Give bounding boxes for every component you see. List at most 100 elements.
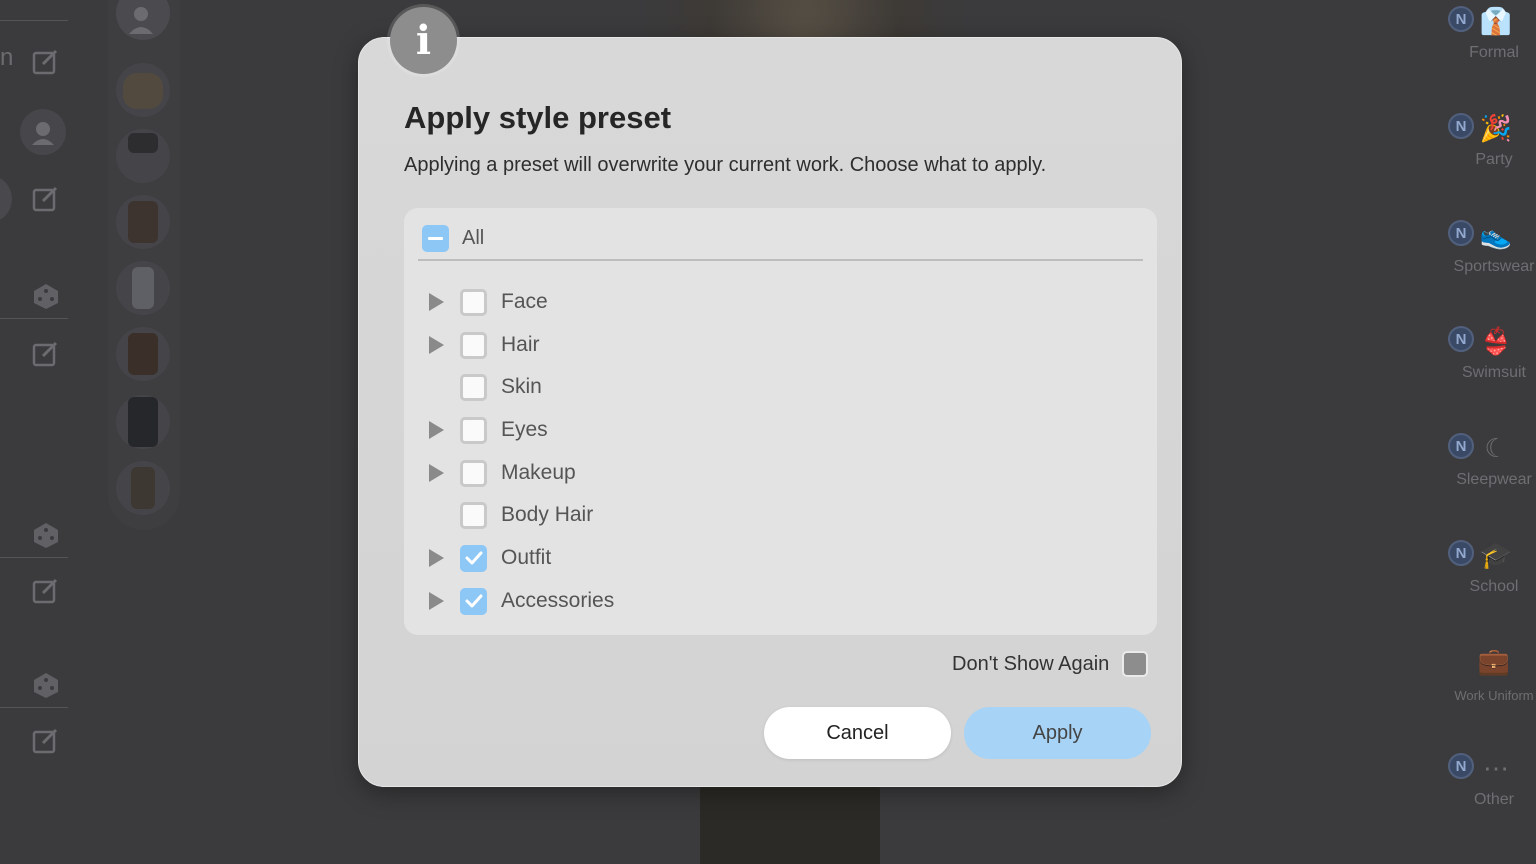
- checkmark-icon: [465, 594, 482, 608]
- style-category-sportswear[interactable]: N 👟 Sportswear: [1420, 216, 1536, 306]
- slider-knob[interactable]: [0, 176, 12, 222]
- cancel-button[interactable]: Cancel: [764, 707, 951, 759]
- option-all[interactable]: All: [422, 223, 484, 253]
- new-badge: N: [1448, 220, 1474, 246]
- preset-options-list: All Face Hair Skin Eyes Makeup Body Hair…: [404, 208, 1157, 635]
- divider: [418, 259, 1143, 261]
- party-icon: 🎉: [1479, 112, 1513, 143]
- rail-divider: [0, 557, 68, 558]
- new-badge: N: [1448, 326, 1474, 352]
- swimsuit-icon: 👙: [1479, 325, 1513, 356]
- option-label: Hair: [501, 333, 540, 356]
- option-checkbox[interactable]: [460, 373, 487, 401]
- option-label: Body Hair: [501, 503, 594, 526]
- style-category-rail: N 👔 Formal N 🎉 Party N 👟 Sportswear N 👙 …: [1420, 0, 1536, 864]
- category-label: Formal: [1469, 44, 1519, 61]
- style-category-other[interactable]: N ⋯ Other: [1420, 749, 1536, 839]
- expand-arrow-icon[interactable]: [426, 420, 446, 440]
- expand-arrow-icon[interactable]: [426, 292, 446, 312]
- option-checkbox[interactable]: [460, 459, 487, 487]
- option-checkbox[interactable]: [460, 544, 487, 572]
- new-badge: N: [1448, 113, 1474, 139]
- dont-show-again-checkbox[interactable]: [1122, 651, 1149, 677]
- option-outfit[interactable]: Outfit: [426, 543, 551, 573]
- expand-arrow-icon[interactable]: [426, 591, 446, 611]
- dice-icon[interactable]: [30, 519, 62, 551]
- edit-icon[interactable]: [30, 46, 62, 78]
- option-checkbox[interactable]: [460, 501, 487, 529]
- expand-arrow-icon[interactable]: [426, 335, 446, 355]
- option-body-hair[interactable]: Body Hair: [426, 500, 593, 530]
- category-label: Swimsuit: [1461, 364, 1526, 381]
- checkmark-icon: [465, 551, 482, 565]
- person-settings-icon[interactable]: [116, 0, 170, 40]
- item-thumb-gloves[interactable]: [116, 461, 170, 515]
- apply-style-preset-dialog: Apply style preset Applying a preset wil…: [358, 37, 1182, 787]
- dont-show-again-label: Don't Show Again: [952, 652, 1110, 675]
- new-badge: N: [1448, 433, 1474, 459]
- option-hair[interactable]: Hair: [426, 330, 540, 360]
- style-category-sleepwear[interactable]: N ☾ Sleepwear: [1420, 429, 1536, 519]
- dice-icon[interactable]: [30, 669, 62, 701]
- option-label: Makeup: [501, 461, 576, 484]
- category-label: Party: [1475, 151, 1513, 168]
- item-thumb-pants[interactable]: [116, 395, 170, 449]
- style-category-work-uniform[interactable]: 💼 Work Uniform: [1420, 642, 1536, 732]
- more-icon: ⋯: [1483, 752, 1509, 783]
- option-skin[interactable]: Skin: [426, 372, 542, 402]
- category-label: Sleepwear: [1456, 471, 1532, 488]
- face-avatar-icon[interactable]: [20, 109, 66, 155]
- school-icon: 🎓: [1479, 539, 1513, 570]
- all-checkbox[interactable]: [422, 224, 449, 252]
- left-rail: n: [0, 0, 90, 864]
- apply-button[interactable]: Apply: [964, 707, 1151, 759]
- style-category-school[interactable]: N 🎓 School: [1420, 536, 1536, 626]
- option-label: Accessories: [501, 589, 615, 612]
- rail-label-fragment: n: [0, 44, 14, 71]
- item-thumb-vest[interactable]: [116, 195, 170, 249]
- item-thumb-boots[interactable]: [116, 327, 170, 381]
- option-checkbox[interactable]: [460, 416, 487, 444]
- category-label: School: [1469, 578, 1519, 595]
- item-thumb-shorts[interactable]: [116, 129, 170, 183]
- edit-icon[interactable]: [30, 183, 62, 215]
- style-category-formal[interactable]: N 👔 Formal: [1420, 2, 1536, 92]
- sleepwear-icon: ☾: [1484, 432, 1508, 463]
- sportswear-icon: 👟: [1479, 219, 1513, 250]
- option-checkbox[interactable]: [460, 288, 487, 316]
- edit-icon[interactable]: [30, 575, 62, 607]
- edit-icon[interactable]: [30, 338, 62, 370]
- option-label: Skin: [501, 375, 542, 398]
- work-uniform-icon: 💼: [1477, 645, 1511, 676]
- dont-show-again-toggle[interactable]: Don't Show Again: [952, 651, 1149, 677]
- new-badge: N: [1448, 6, 1474, 32]
- option-makeup[interactable]: Makeup: [426, 458, 576, 488]
- character-legs: [700, 780, 880, 864]
- dialog-subtitle: Applying a preset will overwrite your cu…: [404, 154, 1047, 176]
- expand-arrow-icon[interactable]: [426, 463, 446, 483]
- option-accessories[interactable]: Accessories: [426, 586, 614, 616]
- item-thumb-sweater[interactable]: [116, 63, 170, 117]
- edit-icon[interactable]: [30, 725, 62, 757]
- rail-divider: [0, 318, 68, 319]
- option-checkbox[interactable]: [460, 331, 487, 359]
- rail-divider: [0, 707, 68, 708]
- option-label: Eyes: [501, 418, 548, 441]
- new-badge: N: [1448, 753, 1474, 779]
- category-label: Other: [1473, 791, 1514, 808]
- info-icon: i: [390, 7, 457, 74]
- dice-icon[interactable]: [30, 280, 62, 312]
- expand-arrow-icon[interactable]: [426, 548, 446, 568]
- category-label: Sportswear: [1453, 258, 1535, 275]
- option-label: Face: [501, 290, 548, 313]
- option-face[interactable]: Face: [426, 287, 548, 317]
- item-thumb-socks[interactable]: [116, 261, 170, 315]
- style-category-swimsuit[interactable]: N 👙 Swimsuit: [1420, 322, 1536, 412]
- rail-divider: [0, 20, 68, 21]
- style-category-party[interactable]: N 🎉 Party: [1420, 109, 1536, 199]
- new-badge: N: [1448, 540, 1474, 566]
- category-label: Work Uniform: [1454, 688, 1534, 703]
- indeterminate-icon: [428, 236, 443, 240]
- option-checkbox[interactable]: [460, 587, 487, 615]
- option-eyes[interactable]: Eyes: [426, 415, 548, 445]
